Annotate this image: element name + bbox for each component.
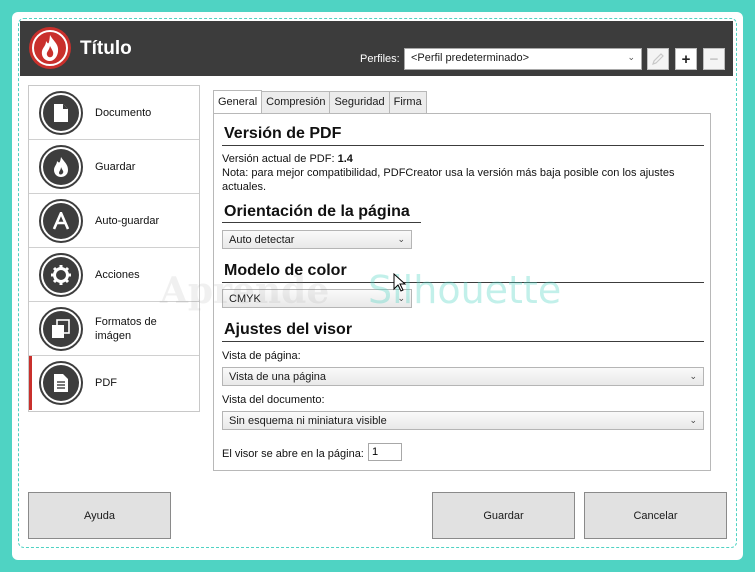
- add-profile-button[interactable]: +: [675, 48, 697, 70]
- sidebar-item-label: Acciones: [95, 268, 140, 281]
- orientation-dropdown[interactable]: Auto detectar ⌄: [222, 230, 412, 249]
- open-page-input[interactable]: [368, 443, 402, 461]
- color-model-heading: Modelo de color: [224, 262, 347, 279]
- sidebar-item-guardar[interactable]: Guardar: [29, 140, 199, 194]
- plus-icon: +: [681, 50, 691, 68]
- flame-icon: [39, 144, 83, 189]
- settings-content: General Compresión Seguridad Firma Versi…: [213, 90, 726, 474]
- profiles-dropdown-value: <Perfil predeterminado>: [411, 52, 530, 64]
- chevron-down-icon: ⌄: [627, 52, 635, 62]
- chevron-down-icon: ⌄: [689, 371, 697, 381]
- cancel-button[interactable]: Cancelar: [584, 492, 727, 539]
- sidebar-item-label: Guardar: [95, 160, 136, 173]
- tab-compresion[interactable]: Compresión: [261, 91, 331, 113]
- orientation-heading: Orientación de la página: [224, 203, 410, 220]
- pdf-version-line: Versión actual de PDF: 1.4: [222, 152, 353, 166]
- tab-seguridad[interactable]: Seguridad: [329, 91, 390, 113]
- pencil-icon: [652, 53, 664, 65]
- general-panel: Versión de PDF Versión actual de PDF: 1.…: [213, 113, 711, 471]
- sidebar-item-label: Documento: [95, 106, 152, 119]
- tab-bar: General Compresión Seguridad Firma: [213, 90, 427, 114]
- window-title: Título: [80, 38, 132, 59]
- compatibility-note: Nota: para mejor compatibilidad, PDFCrea…: [222, 167, 675, 193]
- sidebar: Documento Guardar Auto-guardar Acciones …: [28, 85, 200, 412]
- open-page-label: El visor se abre en la página:: [222, 448, 364, 460]
- help-button[interactable]: Ayuda: [28, 492, 171, 539]
- chevron-down-icon: ⌄: [397, 293, 405, 303]
- minus-icon: −: [709, 50, 719, 68]
- sidebar-item-label: Formatos de imágen: [95, 315, 157, 342]
- divider: [222, 222, 421, 223]
- sidebar-item-label: PDF: [95, 377, 117, 389]
- viewer-settings-heading: Ajustes del visor: [224, 321, 353, 338]
- save-button[interactable]: Guardar: [432, 492, 575, 539]
- sidebar-item-acciones[interactable]: Acciones: [29, 248, 199, 302]
- gear-icon: [39, 252, 83, 297]
- orientation-dropdown-value: Auto detectar: [229, 234, 295, 246]
- sidebar-item-pdf[interactable]: PDF: [29, 356, 199, 410]
- rename-profile-button[interactable]: [647, 48, 669, 70]
- title-bar: Título Perfiles: <Perfil predeterminado>…: [20, 21, 733, 76]
- stacked-pages-icon: [39, 306, 83, 351]
- chevron-down-icon: ⌄: [689, 415, 697, 425]
- remove-profile-button[interactable]: −: [703, 48, 725, 70]
- letter-a-icon: [39, 198, 83, 243]
- document-view-dropdown-value: Sin esquema ni miniatura visible: [229, 415, 387, 427]
- tab-general[interactable]: General: [213, 90, 263, 114]
- page-view-label: Vista de página:: [222, 350, 301, 362]
- chevron-down-icon: ⌄: [397, 234, 405, 244]
- document-icon: [39, 90, 83, 135]
- document-view-label: Vista del documento:: [222, 394, 325, 406]
- pdf-version-heading: Versión de PDF: [224, 125, 342, 142]
- sidebar-item-auto-guardar[interactable]: Auto-guardar: [29, 194, 199, 248]
- color-model-dropdown[interactable]: CMYK ⌄: [222, 289, 412, 308]
- divider: [222, 341, 704, 342]
- app-logo-flame-icon: [29, 27, 71, 69]
- tab-firma[interactable]: Firma: [388, 91, 427, 113]
- pdf-document-icon: [39, 361, 83, 405]
- divider: [222, 282, 704, 283]
- document-view-dropdown[interactable]: Sin esquema ni miniatura visible ⌄: [222, 411, 704, 430]
- sidebar-item-documento[interactable]: Documento: [29, 86, 199, 140]
- profiles-label: Perfiles:: [360, 53, 400, 65]
- mouse-cursor-icon: [393, 273, 407, 292]
- page-view-dropdown[interactable]: Vista de una página ⌄: [222, 367, 704, 386]
- sidebar-item-label: Auto-guardar: [95, 214, 160, 227]
- page-view-dropdown-value: Vista de una página: [229, 371, 327, 383]
- pdf-version-label: Versión actual de PDF:: [222, 153, 335, 165]
- sidebar-item-formatos-de-imagen[interactable]: Formatos de imágen: [29, 302, 199, 356]
- pdf-version-value: 1.4: [337, 153, 353, 165]
- divider: [222, 145, 704, 146]
- profiles-dropdown[interactable]: <Perfil predeterminado> ⌄: [404, 48, 642, 70]
- color-model-dropdown-value: CMYK: [229, 293, 261, 305]
